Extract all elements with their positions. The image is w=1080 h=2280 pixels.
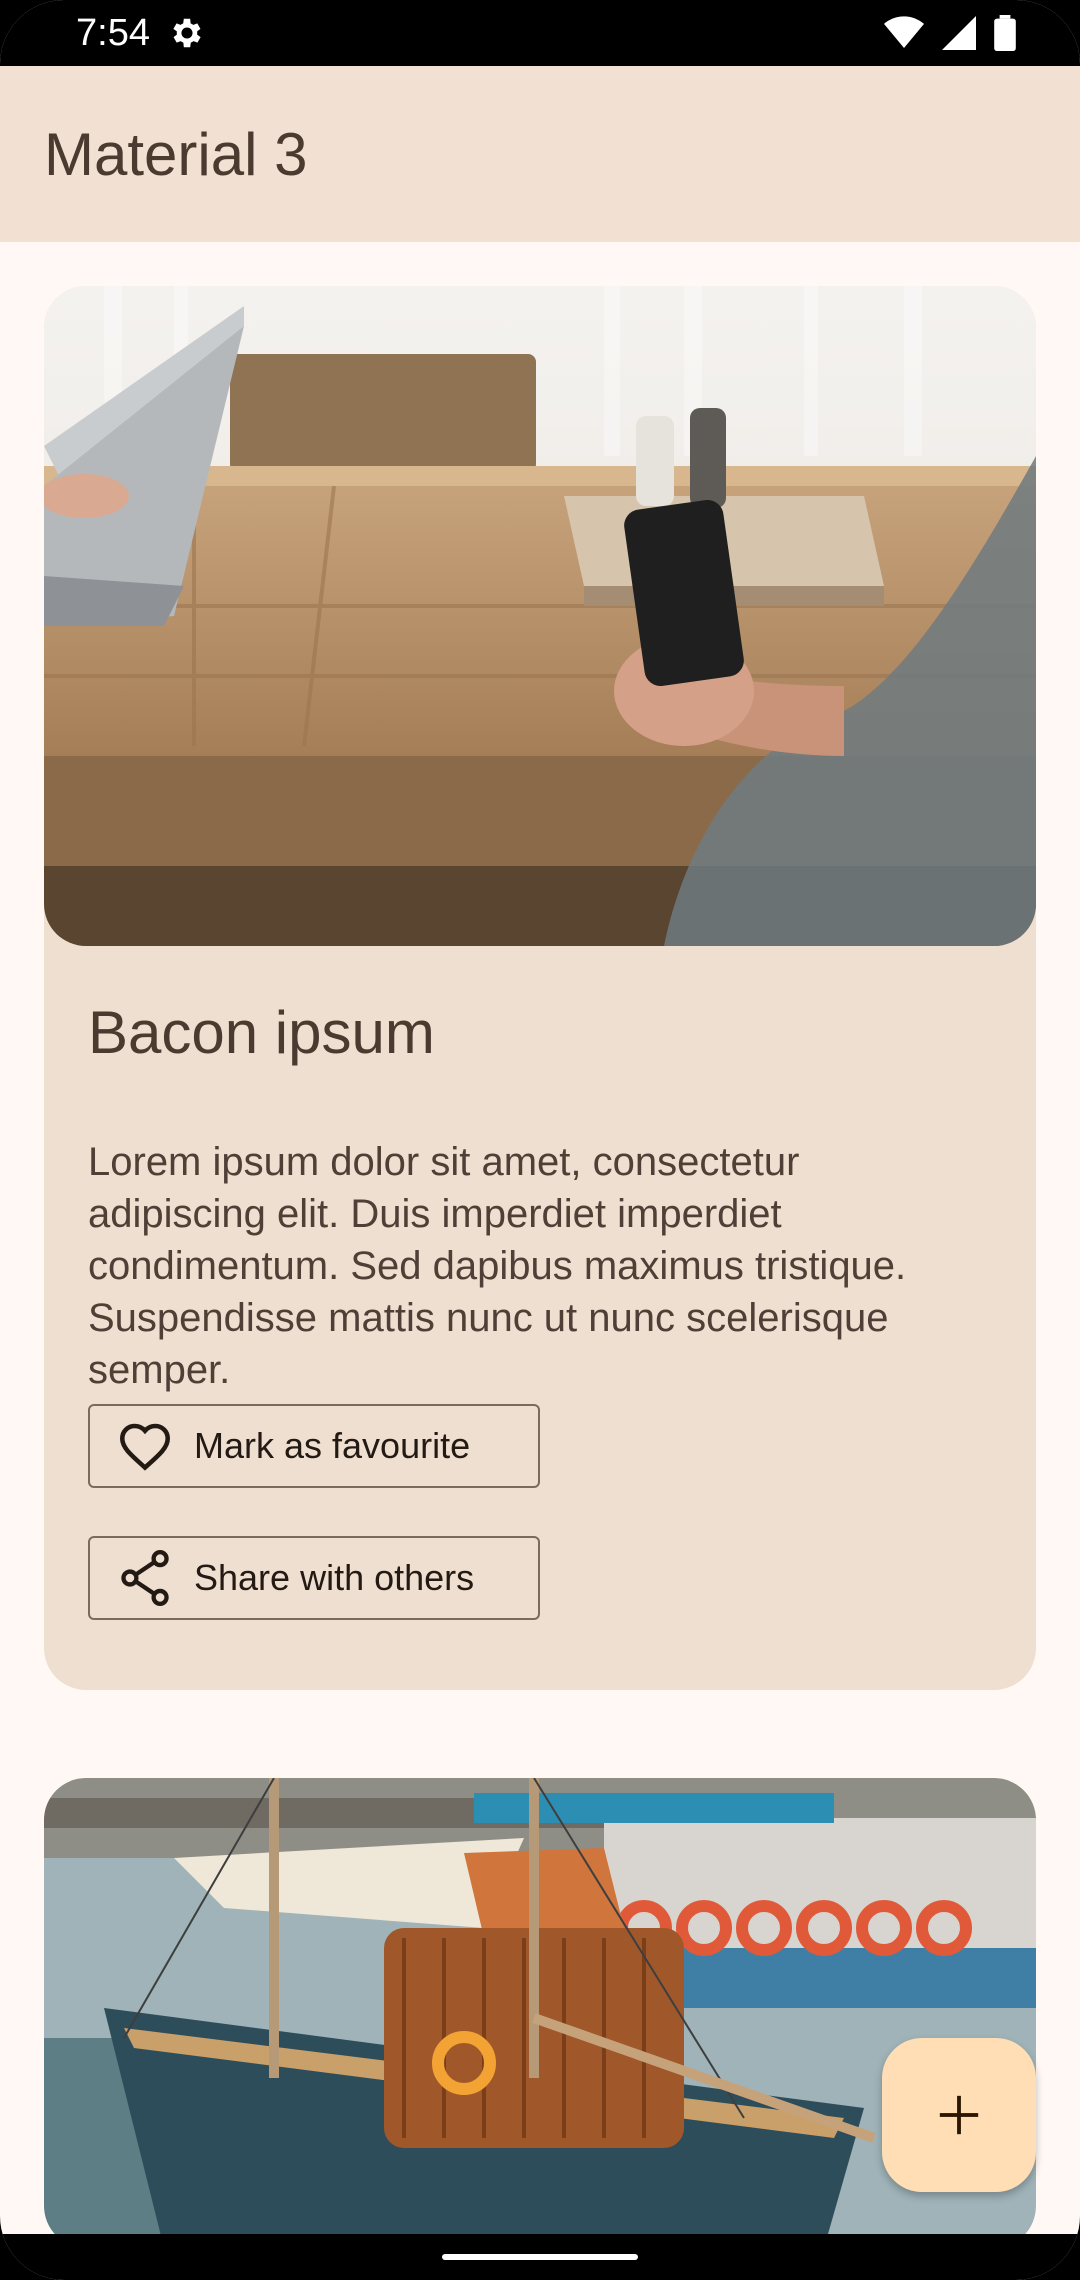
card-sailboat[interactable] [44,1778,1036,2248]
share-icon [116,1549,174,1607]
card-title: Bacon ipsum [88,999,435,1066]
top-app-bar: Material 3 [0,66,1080,242]
navigation-bar [0,2234,1080,2280]
app-title: Material 3 [44,121,308,188]
battery-icon [994,15,1016,51]
share-with-others-label: Share with others [194,1557,475,1598]
plus-icon [939,2095,979,2135]
add-fab[interactable] [882,2038,1036,2192]
mark-as-favourite-button[interactable]: Mark as favourite [88,1404,540,1488]
screen: 7:54 Material 3 Bacon ipsum Lorem ipsum … [0,0,1080,2280]
card-body-text: Lorem ipsum dolor sit amet, consectetur … [88,1140,907,1392]
signal-icon [942,16,976,50]
share-with-others-button[interactable]: Share with others [88,1536,540,1620]
status-icons [884,14,1016,52]
heart-outline-icon [116,1417,174,1475]
status-bar: 7:54 [0,0,1080,66]
mark-as-favourite-label: Mark as favourite [194,1425,471,1466]
status-time: 7:54 [76,12,150,54]
card-image-laptop-phone [44,286,1036,946]
settings-icon [173,18,201,48]
card-bacon-ipsum[interactable]: Bacon ipsum Lorem ipsum dolor sit amet, … [44,286,1036,1690]
card-image-sailboat [44,1778,1036,2248]
wifi-icon [884,16,924,48]
gesture-handle[interactable] [442,2254,638,2260]
